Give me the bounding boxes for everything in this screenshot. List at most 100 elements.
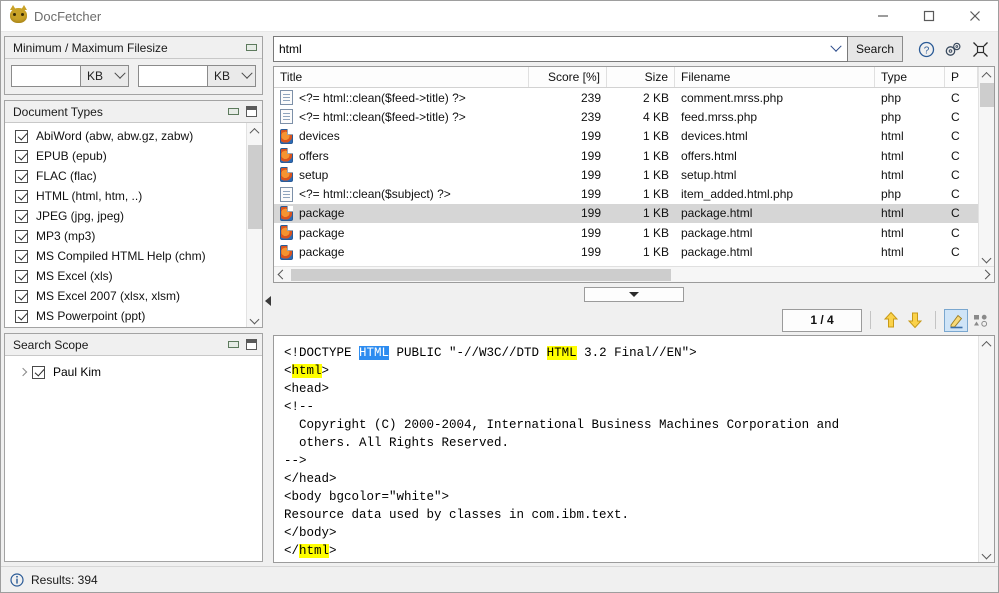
table-column-header-title[interactable]: Title (274, 67, 529, 87)
preferences-icon[interactable] (944, 40, 962, 58)
table-column-header-filename[interactable]: Filename (675, 67, 875, 87)
document-type-checkbox[interactable] (15, 209, 28, 223)
table-row[interactable]: offers 199 1 KB offers.html html C (274, 146, 978, 165)
previous-match-button[interactable] (879, 309, 903, 332)
cell-title: <?= html::clean($subject) ?> (274, 186, 529, 202)
search-scope-minimize-icon[interactable] (228, 341, 239, 348)
table-row[interactable]: <?= html::clean($feed->title) ?> 239 2 KB c… (274, 88, 978, 107)
scroll-down-icon[interactable] (247, 311, 263, 327)
maximize-button[interactable] (906, 1, 952, 32)
scroll-up-icon[interactable] (247, 123, 263, 139)
scroll-track[interactable] (247, 139, 263, 311)
document-type-checkbox[interactable] (15, 249, 28, 263)
results-vertical-scrollbar[interactable] (978, 67, 994, 266)
preview-text[interactable]: <!DOCTYPE HTML PUBLIC "-//W3C//DTD HTML … (274, 336, 978, 562)
table-column-header-score[interactable]: Score [%] (529, 67, 607, 87)
minimize-button[interactable] (860, 1, 906, 32)
document-type-checkbox[interactable] (15, 269, 28, 283)
document-types-minimize-icon[interactable] (228, 108, 239, 115)
preview-scrollbar[interactable] (978, 336, 994, 562)
cell-filename: item_added.html.php (681, 187, 794, 202)
help-icon[interactable]: ? (917, 40, 935, 58)
collapse-results-button[interactable] (584, 286, 684, 302)
document-type-item[interactable]: FLAC (flac) (5, 166, 246, 186)
table-row[interactable]: setup 199 1 KB setup.html html C (274, 165, 978, 184)
hscroll-right-icon[interactable] (977, 269, 994, 280)
thumbnail-view-button[interactable] (968, 309, 992, 332)
results-scroll-thumb[interactable] (979, 83, 994, 107)
close-button[interactable] (952, 1, 998, 32)
search-history-dropdown-icon[interactable] (825, 40, 847, 53)
search-scope-restore-icon[interactable] (246, 339, 257, 350)
search-combo[interactable]: html (273, 36, 848, 62)
highlighter-button[interactable] (944, 308, 968, 332)
max-filesize-unit-select[interactable]: KB (208, 65, 256, 87)
cell-path: C (951, 167, 960, 182)
cell-score: 239 (580, 109, 601, 124)
document-type-checkbox[interactable] (15, 229, 28, 243)
document-type-item[interactable]: AbiWord (abw, abw.gz, zabw) (5, 126, 246, 146)
results-horizontal-scrollbar[interactable] (274, 266, 994, 282)
document-type-item[interactable]: JPEG (jpg, jpeg) (5, 206, 246, 226)
document-type-label: JPEG (jpg, jpeg) (36, 209, 125, 223)
document-type-checkbox[interactable] (15, 169, 28, 183)
search-scope-item[interactable]: Paul Kim (5, 362, 262, 382)
document-type-item[interactable]: MS Excel 2007 (xlsx, xlsm) (5, 286, 246, 306)
document-type-checkbox[interactable] (15, 289, 28, 303)
min-filesize-input[interactable] (11, 65, 81, 87)
document-type-checkbox[interactable] (15, 129, 28, 143)
scroll-thumb[interactable] (247, 145, 262, 229)
document-type-item[interactable]: MP3 (mp3) (5, 226, 246, 246)
next-match-button[interactable] (903, 309, 927, 332)
preview-sash-horizontal[interactable] (273, 283, 995, 305)
results-scroll-track[interactable] (979, 83, 995, 250)
cell-size: 1 KB (642, 167, 669, 182)
hscroll-thumb[interactable] (291, 268, 671, 281)
min-filesize-unit-select[interactable]: KB (81, 65, 129, 87)
table-row[interactable]: devices 199 1 KB devices.html html C (274, 127, 978, 146)
expand-arrow-icon[interactable] (17, 367, 29, 377)
table-row[interactable]: package 199 1 KB package.html html C (274, 242, 978, 261)
table-row[interactable]: <?= html::clean($subject) ?> 199 1 KB item_… (274, 184, 978, 203)
page-indicator[interactable]: 1 / 4 (782, 308, 862, 332)
hscroll-left-icon[interactable] (274, 269, 291, 280)
cell-path: C (951, 206, 960, 221)
cell-title-text: <?= html::clean($feed->title) ?> (299, 109, 466, 124)
document-type-item[interactable]: MS Compiled HTML Help (chm) (5, 246, 246, 266)
table-column-header-type[interactable]: Type (875, 67, 945, 87)
cell-title-text: devices (299, 129, 340, 144)
collapse-icon[interactable] (971, 40, 989, 58)
search-button[interactable]: Search (847, 36, 903, 62)
table-row[interactable]: package 199 1 KB package.html html C (274, 223, 978, 242)
cell-type: html (881, 167, 904, 182)
hscroll-track[interactable] (291, 267, 977, 283)
document-types-scrollbar[interactable] (246, 123, 262, 327)
document-type-item[interactable]: HTML (html, htm, ..) (5, 186, 246, 206)
collapse-left-panel-icon[interactable] (265, 296, 271, 306)
document-types-restore-icon[interactable] (246, 106, 257, 117)
table-row[interactable]: <?= html::clean($feed->title) ?> 239 4 KB f… (274, 107, 978, 126)
search-scope-checkbox[interactable] (32, 365, 45, 379)
preview-scroll-up-icon[interactable] (979, 336, 995, 352)
filesize-minimize-icon[interactable] (246, 44, 257, 51)
document-type-item[interactable]: EPUB (epub) (5, 146, 246, 166)
document-type-checkbox[interactable] (15, 189, 28, 203)
results-scroll-up-icon[interactable] (979, 67, 995, 83)
table-column-header-path[interactable]: P (945, 67, 978, 87)
table-column-header-size[interactable]: Size (607, 67, 675, 87)
document-type-item[interactable]: MS Excel (xls) (5, 266, 246, 286)
table-body: <?= html::clean($feed->title) ?> 239 2 KB c… (274, 88, 978, 266)
preview-scroll-track[interactable] (979, 352, 995, 546)
panel-sash-vertical[interactable] (263, 36, 273, 566)
table-row[interactable]: package 199 1 KB package.html html C (274, 203, 978, 224)
max-filesize-input[interactable] (138, 65, 208, 87)
preview-pane: <!DOCTYPE HTML PUBLIC "-//W3C//DTD HTML … (273, 335, 995, 563)
document-type-checkbox[interactable] (15, 149, 28, 163)
search-scope-panel: Search Scope Paul Kim (4, 333, 263, 562)
results-scroll-down-icon[interactable] (979, 250, 995, 266)
preview-line: <html> (284, 362, 978, 380)
document-type-item[interactable]: MS Powerpoint (ppt) (5, 306, 246, 326)
search-input[interactable]: html (279, 42, 825, 56)
document-type-checkbox[interactable] (15, 309, 28, 323)
preview-scroll-down-icon[interactable] (979, 546, 995, 562)
